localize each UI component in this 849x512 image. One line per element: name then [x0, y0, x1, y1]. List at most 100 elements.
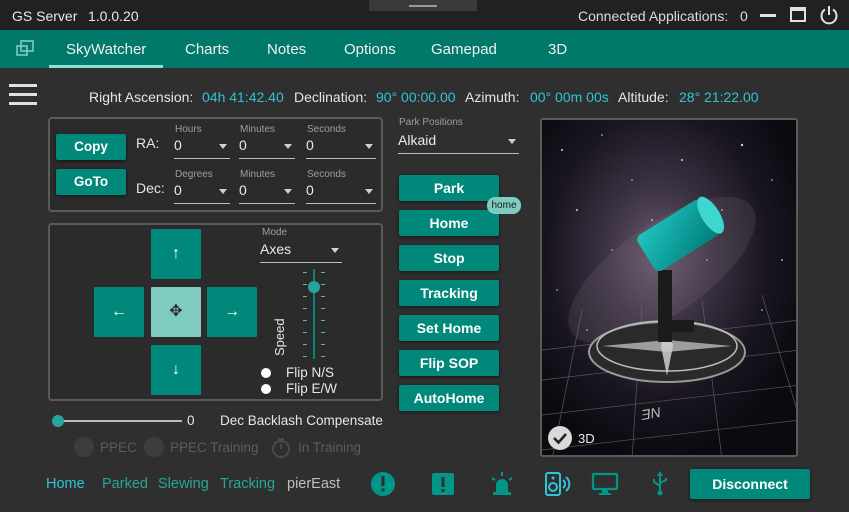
tab-options[interactable]: Options: [344, 41, 396, 58]
ra-minutes-value: 0: [239, 137, 247, 153]
ppec-checkbox[interactable]: [74, 437, 94, 457]
ra-seconds-value: 0: [306, 137, 314, 153]
speed-tick: [321, 272, 325, 273]
maximize-icon[interactable]: [790, 7, 806, 22]
chevron-down-icon: [365, 144, 373, 149]
backlash-slider-track[interactable]: [58, 420, 182, 422]
flip-ns-radio[interactable]: [261, 368, 271, 378]
park-position-value: Alkaid: [398, 132, 437, 148]
status-parked: Parked: [102, 476, 148, 492]
speaker-icon[interactable]: [543, 470, 571, 498]
ppec-training-label: PPEC Training: [170, 440, 259, 455]
tab-notes[interactable]: Notes: [267, 41, 306, 58]
move-left-button[interactable]: ←: [94, 287, 144, 337]
dec-minutes-select[interactable]: 0: [239, 182, 295, 204]
ra-seconds-label: Seconds: [307, 124, 346, 135]
speed-tick: [303, 332, 307, 333]
ra-hours-select[interactable]: 0: [174, 137, 230, 159]
park-position-select[interactable]: Alkaid: [398, 132, 519, 154]
status-home: Home: [46, 476, 85, 492]
copy-button[interactable]: Copy: [56, 134, 126, 160]
tab-gamepad[interactable]: Gamepad: [431, 41, 497, 58]
speed-tick: [303, 320, 307, 321]
ra-hours-value: 0: [174, 137, 182, 153]
azimuth-value: 00° 00m 00s: [530, 89, 609, 105]
app-version: 1.0.0.20: [88, 8, 139, 24]
chevron-down-icon: [219, 189, 227, 194]
park-positions-label: Park Positions: [399, 117, 463, 128]
flip-sop-button[interactable]: Flip SOP: [399, 350, 499, 376]
flip-ew-radio[interactable]: [261, 384, 271, 394]
ra-minutes-label: Minutes: [240, 124, 276, 135]
dec-seconds-value: 0: [306, 182, 314, 198]
chevron-down-icon: [331, 248, 339, 253]
backlash-slider-thumb[interactable]: [52, 415, 64, 427]
move-center-button[interactable]: ✥: [151, 287, 201, 337]
ppec-label: PPEC: [100, 440, 137, 455]
backlash-value: 0: [187, 413, 195, 428]
chevron-down-icon: [219, 144, 227, 149]
speed-label: Speed: [272, 318, 287, 356]
mode-label: Mode: [262, 227, 288, 238]
park-button[interactable]: Park: [399, 175, 499, 201]
dec-minutes-value: 0: [239, 182, 247, 198]
disconnect-button[interactable]: Disconnect: [690, 469, 810, 499]
view3d-label: 3D: [578, 431, 595, 446]
speed-tick: [303, 308, 307, 309]
power-icon[interactable]: [818, 5, 840, 25]
chevron-down-icon: [365, 189, 373, 194]
altitude-label: Altitude:: [618, 89, 669, 105]
dec-label: Declination:: [294, 89, 368, 105]
tracking-button[interactable]: Tracking: [399, 280, 499, 306]
speed-slider-thumb[interactable]: [308, 281, 320, 293]
mode-select[interactable]: Axes: [260, 241, 342, 263]
move-right-button[interactable]: →: [207, 287, 257, 337]
menu-icon[interactable]: [9, 84, 37, 105]
alert-box-icon[interactable]: [429, 470, 457, 498]
dec-degrees-select[interactable]: 0: [174, 182, 230, 204]
speed-tick: [321, 308, 325, 309]
set-home-button[interactable]: Set Home: [399, 315, 499, 341]
dec-minutes-label: Minutes: [240, 169, 276, 180]
speed-tick: [303, 296, 307, 297]
drag-handle[interactable]: [369, 0, 477, 11]
ra-seconds-select[interactable]: 0: [306, 137, 376, 159]
speed-tick: [321, 296, 325, 297]
status-tracking: Tracking: [220, 476, 276, 492]
dec-value: 90° 00:00.00: [376, 89, 456, 105]
ra-value: 04h 41:42.40: [202, 89, 284, 105]
tab-bar: SkyWatcher Charts Notes Options Gamepad …: [0, 30, 849, 68]
minimize-icon[interactable]: [760, 14, 776, 17]
check-icon[interactable]: [548, 426, 572, 450]
telescope-3d-view[interactable]: ƎN 3D: [540, 118, 798, 457]
alert-circle-icon[interactable]: [369, 470, 397, 498]
speed-tick: [303, 344, 307, 345]
speed-tick: [321, 356, 325, 357]
home-button[interactable]: Home: [399, 210, 499, 236]
connected-apps-count: 0: [740, 8, 748, 24]
usb-icon[interactable]: [646, 470, 674, 498]
ra-minutes-select[interactable]: 0: [239, 137, 295, 159]
stop-button[interactable]: Stop: [399, 245, 499, 271]
windows-icon[interactable]: [14, 39, 36, 59]
siren-icon[interactable]: [488, 470, 516, 498]
altitude-value: 28° 21:22.00: [679, 89, 759, 105]
speed-tick: [321, 344, 325, 345]
tab-skywatcher[interactable]: SkyWatcher: [48, 41, 164, 68]
tab-charts[interactable]: Charts: [185, 41, 229, 58]
ppec-training-checkbox[interactable]: [144, 437, 164, 457]
azimuth-label: Azimuth:: [465, 89, 520, 105]
chevron-down-icon: [284, 144, 292, 149]
monitor-icon[interactable]: [591, 470, 619, 498]
goto-button[interactable]: GoTo: [56, 169, 126, 195]
dec-seconds-select[interactable]: 0: [306, 182, 376, 204]
autohome-button[interactable]: AutoHome: [399, 385, 499, 411]
chevron-down-icon: [508, 139, 516, 144]
move-down-button[interactable]: ↓: [151, 345, 201, 395]
speed-tick: [321, 284, 325, 285]
move-up-button[interactable]: ↑: [151, 229, 201, 279]
tab-3d[interactable]: 3D: [548, 41, 567, 58]
speed-tick: [321, 332, 325, 333]
goto-dec-label: Dec:: [136, 180, 165, 196]
ra-label: Right Ascension:: [89, 89, 194, 105]
